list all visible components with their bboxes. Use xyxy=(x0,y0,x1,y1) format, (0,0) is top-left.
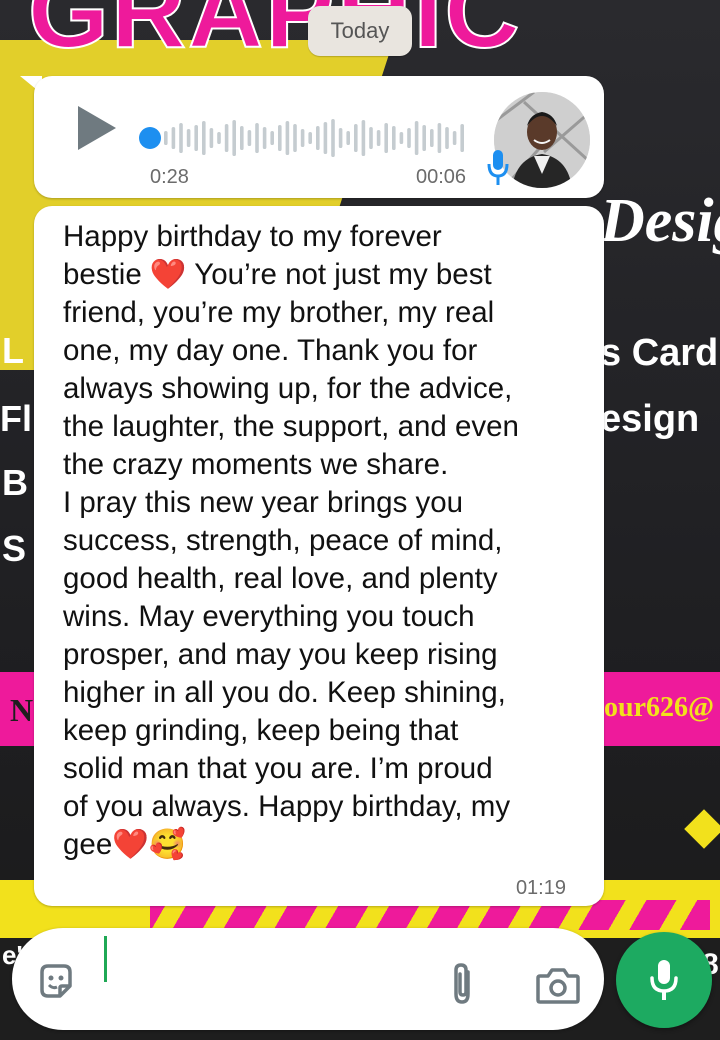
waveform-bar xyxy=(247,130,252,146)
waveform-bar xyxy=(338,128,343,148)
waveform-bar xyxy=(331,119,335,157)
message-composer xyxy=(12,928,604,1030)
voice-message-bubble[interactable]: 0:28 00:06 xyxy=(34,76,604,198)
waveform-bar xyxy=(369,127,373,149)
message-timestamp: 01:19 xyxy=(515,877,566,899)
waveform-bar xyxy=(346,131,350,145)
waveform-bar xyxy=(445,127,449,149)
mic-icon xyxy=(487,150,509,185)
voice-duration: 0:28 xyxy=(150,166,189,188)
waveform-bar xyxy=(164,131,168,145)
text-message-bubble[interactable]: Happy birthday to my forever bestie ❤️ Y… xyxy=(34,206,604,906)
voice-waveform[interactable] xyxy=(138,118,468,158)
message-input[interactable] xyxy=(108,946,432,1008)
waveform-bar xyxy=(270,131,274,145)
sticker-icon[interactable] xyxy=(36,962,76,1002)
wallpaper-letter-n: N xyxy=(10,692,34,728)
waveform-bar xyxy=(414,121,419,155)
wallpaper-letter: Fl xyxy=(0,398,32,439)
playback-position-dot[interactable] xyxy=(139,127,161,149)
camera-icon[interactable] xyxy=(536,966,580,1004)
waveform-bar xyxy=(194,125,198,151)
waveform-bar xyxy=(240,126,244,150)
message-text: Happy birthday to my forever bestie ❤️ Y… xyxy=(63,220,519,861)
waveform-bar xyxy=(452,131,457,145)
waveform-bar xyxy=(354,124,358,152)
paperclip-icon[interactable] xyxy=(448,962,478,1006)
waveform-bar xyxy=(186,129,191,147)
wallpaper-letter: L xyxy=(2,330,24,371)
date-separator: Today xyxy=(308,6,412,56)
waveform-bar xyxy=(308,132,312,144)
waveform-bar xyxy=(437,123,442,153)
waveform-bar xyxy=(171,127,176,149)
wallpaper-letter: B xyxy=(2,462,28,503)
message-timestamp: 00:06 xyxy=(416,166,467,188)
waveform-bar xyxy=(217,132,221,144)
wallpaper-diamond xyxy=(684,809,720,849)
waveform-bar xyxy=(323,122,328,154)
waveform-bar xyxy=(407,128,411,148)
waveform-bar xyxy=(232,120,236,156)
waveform-bar xyxy=(209,128,214,148)
waveform-bar xyxy=(262,127,267,149)
waveform-bar xyxy=(278,125,282,151)
waveform-bar xyxy=(255,123,259,153)
play-icon[interactable] xyxy=(78,106,116,150)
waveform-bar xyxy=(392,126,396,150)
waveform-bar xyxy=(285,121,290,155)
waveform-bar xyxy=(179,123,183,153)
wallpaper-letter: S xyxy=(2,528,27,569)
waveform-bar xyxy=(399,132,404,144)
waveform-bar xyxy=(430,129,434,147)
text-cursor xyxy=(104,936,107,982)
waveform-bar xyxy=(361,120,366,156)
voice-record-button[interactable] xyxy=(616,932,712,1028)
wallpaper-designs-text: Designes xyxy=(600,187,720,255)
mic-icon xyxy=(650,960,678,1000)
waveform-bar xyxy=(300,129,305,147)
waveform-bar xyxy=(293,124,297,152)
wallpaper-title: GRAPHIC xyxy=(27,0,522,70)
waveform-bar xyxy=(422,125,426,151)
wallpaper-design-text: esign xyxy=(600,398,700,440)
waveform-bar xyxy=(224,124,229,152)
waveform-bar xyxy=(202,121,206,155)
wallpaper-email-fragment: our626@ xyxy=(604,692,715,723)
waveform-bar xyxy=(384,123,388,153)
waveform-bar xyxy=(376,130,381,146)
waveform-bar xyxy=(460,124,464,152)
waveform-bar xyxy=(316,126,320,150)
wallpaper-cards-text: s Card xyxy=(600,332,719,374)
